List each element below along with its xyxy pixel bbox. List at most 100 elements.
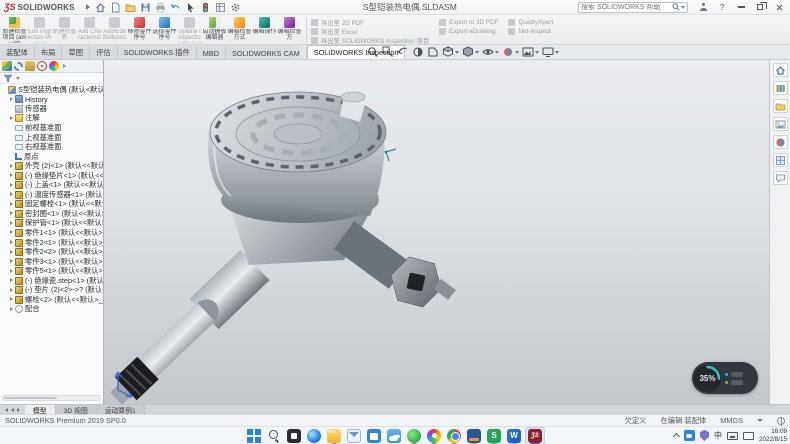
launch-template-editor-button[interactable]: 启动模板编辑器	[202, 16, 227, 43]
edit-inspection-project-button[interactable]: Edit Inspection Project	[27, 16, 52, 43]
tree-item[interactable]: 前视基准面	[0, 123, 103, 133]
print-icon[interactable]	[155, 1, 167, 13]
featuremanager-tab-icon[interactable]	[2, 61, 12, 71]
resources-home-icon[interactable]	[773, 63, 788, 77]
edit-inspection-method-button[interactable]: 编辑检查方式	[227, 16, 252, 43]
edit-appearance-caret-icon[interactable]	[515, 51, 519, 54]
export-inspection-project-item[interactable]: 导出至 SOLIDWORKS Inspection 项目	[311, 36, 429, 44]
design-library-icon[interactable]	[773, 81, 788, 95]
home-icon[interactable]	[95, 1, 107, 13]
reader-app-button[interactable]	[465, 428, 483, 444]
expander-icon[interactable]	[9, 97, 14, 102]
export-edrawing-item[interactable]: Export eDrawing	[439, 27, 498, 35]
graphics-viewport[interactable]: 35%	[104, 60, 769, 404]
tab-model[interactable]: 模型	[25, 405, 56, 414]
tree-item[interactable]: (-) 绝缘垫片<1> (默认<<默认>_显	[0, 171, 103, 181]
tree-item[interactable]: 上视基准面	[0, 133, 103, 143]
tray-cloud-app-icon[interactable]	[684, 430, 695, 441]
solidworks-taskbar-button[interactable]: ƷS	[525, 427, 545, 444]
custom-properties-icon[interactable]	[773, 153, 788, 167]
expander-icon[interactable]	[9, 230, 14, 235]
zoom-area-icon[interactable]	[381, 46, 395, 58]
edit-operation-button[interactable]: 编辑操作	[252, 16, 277, 43]
tab-addins[interactable]: SOLIDWORKS 插件	[118, 46, 197, 59]
login-user-icon[interactable]	[698, 2, 708, 12]
edge-button[interactable]	[305, 428, 323, 444]
apply-scene-icon[interactable]	[521, 46, 540, 58]
save-icon[interactable]	[140, 1, 152, 13]
rebuild-icon[interactable]	[200, 1, 212, 13]
view-settings-caret-icon[interactable]	[555, 51, 559, 54]
close-icon[interactable]	[774, 2, 784, 12]
open-folder-icon[interactable]	[125, 1, 137, 13]
expander-icon[interactable]	[9, 202, 14, 207]
filter-funnel-icon[interactable]	[3, 74, 13, 83]
select-balloons-button[interactable]: 选择零件序号	[152, 16, 177, 43]
tree-item-root[interactable]: S型铠装热电偶 (默认<默认_显示状态-1	[0, 85, 103, 95]
display-style-icon[interactable]	[461, 46, 480, 58]
expander-icon[interactable]	[9, 173, 14, 178]
propertymanager-tab-icon[interactable]	[14, 62, 23, 71]
expander-icon[interactable]	[9, 116, 14, 121]
view-settings-icon[interactable]	[541, 46, 560, 58]
dynamic-annotation-icon[interactable]	[426, 46, 440, 58]
new-file-icon[interactable]	[110, 1, 122, 13]
tree-item[interactable]: 螺栓<2> (默认<<默认>_显示状态	[0, 295, 103, 305]
tree-item-mates[interactable]: 配合	[0, 305, 103, 315]
export-3d-pdf-item[interactable]: Export to 3D PDF	[439, 18, 498, 26]
update-inspection-project-button[interactable]: Update Inspection Project	[177, 16, 202, 43]
hide-show-caret-icon[interactable]	[495, 51, 499, 54]
expander-icon[interactable]	[9, 240, 14, 245]
tree-item[interactable]: 零件2<2> (默认<<默认>_显示状态	[0, 247, 103, 257]
tree-item[interactable]: 注解	[0, 114, 103, 124]
hide-show-items-icon[interactable]	[481, 46, 500, 58]
view-orientation-caret-icon[interactable]	[455, 51, 459, 54]
tray-overflow-chevron-icon[interactable]	[673, 433, 680, 440]
restore-icon[interactable]	[755, 2, 765, 12]
view-orientation-icon[interactable]	[441, 46, 460, 58]
status-globe-icon[interactable]	[777, 417, 785, 425]
filter-caret-icon[interactable]	[16, 77, 20, 80]
tree-item[interactable]: 密封圈<1> (默认<<默认>_显示状	[0, 209, 103, 219]
tree-item[interactable]: 右视基准面	[0, 142, 103, 152]
store-button[interactable]	[365, 428, 383, 444]
tree-item[interactable]: (-) 上盖<1> (默认<<默认>_显示	[0, 180, 103, 190]
logo-expand-icon[interactable]	[86, 4, 90, 10]
select-cursor-icon[interactable]	[185, 1, 197, 13]
options-gear-icon[interactable]	[230, 1, 242, 13]
previous-view-icon[interactable]	[396, 46, 410, 58]
tray-shield-icon[interactable]	[700, 430, 709, 441]
monitor-icon[interactable]	[743, 432, 754, 440]
tab-sketch[interactable]: 草图	[62, 46, 90, 59]
expander-icon[interactable]	[9, 269, 14, 274]
edit-appearance-icon[interactable]	[501, 46, 520, 58]
add-edit-balloons-button[interactable]: Add/Edit Balloons	[102, 16, 127, 43]
tree-item[interactable]: (-) 温度传感器<1> (默认<<默认>_	[0, 190, 103, 200]
taskbar-search-button[interactable]	[265, 428, 283, 444]
search-options-caret-icon[interactable]	[681, 6, 685, 9]
tree-item[interactable]: 原点	[0, 152, 103, 162]
expander-icon[interactable]	[9, 288, 14, 293]
tree-item[interactable]: 零件3<1> (默认<<默认>_显示状态	[0, 257, 103, 267]
zoom-indicator[interactable]: 35%	[692, 362, 758, 394]
tree-item[interactable]: (-) 垫片 (2)<2>->? (默认<<默认>	[0, 285, 103, 295]
tab-3d-views[interactable]: 3D 视图	[56, 405, 97, 414]
edit-inspection-extra-button[interactable]: 编辑检查方	[277, 16, 302, 43]
clock[interactable]: 16:09 2022/8/15	[759, 428, 787, 444]
help-search-box[interactable]	[578, 2, 688, 13]
expander-icon[interactable]	[9, 250, 14, 255]
configurationmanager-tab-icon[interactable]	[25, 61, 35, 71]
tab-cam[interactable]: SOLIDWORKS CAM	[226, 47, 307, 59]
section-view-icon[interactable]	[411, 46, 425, 58]
expander-icon[interactable]	[9, 211, 14, 216]
tree-item[interactable]: (-) 绝缘瓷.step<1> (默认<<默认	[0, 276, 103, 286]
tree-item[interactable]: 固定螺栓<1> (默认<<默认>_显示状	[0, 200, 103, 210]
expander-icon[interactable]	[9, 297, 14, 302]
tab-layout[interactable]: 布局	[35, 46, 63, 59]
weather-button[interactable]	[385, 428, 403, 444]
units-caret-icon[interactable]	[757, 419, 763, 422]
expander-icon[interactable]	[9, 278, 14, 283]
display-style-caret-icon[interactable]	[475, 51, 479, 54]
view-palette-icon[interactable]	[773, 117, 788, 131]
forum-icon[interactable]	[773, 171, 788, 185]
